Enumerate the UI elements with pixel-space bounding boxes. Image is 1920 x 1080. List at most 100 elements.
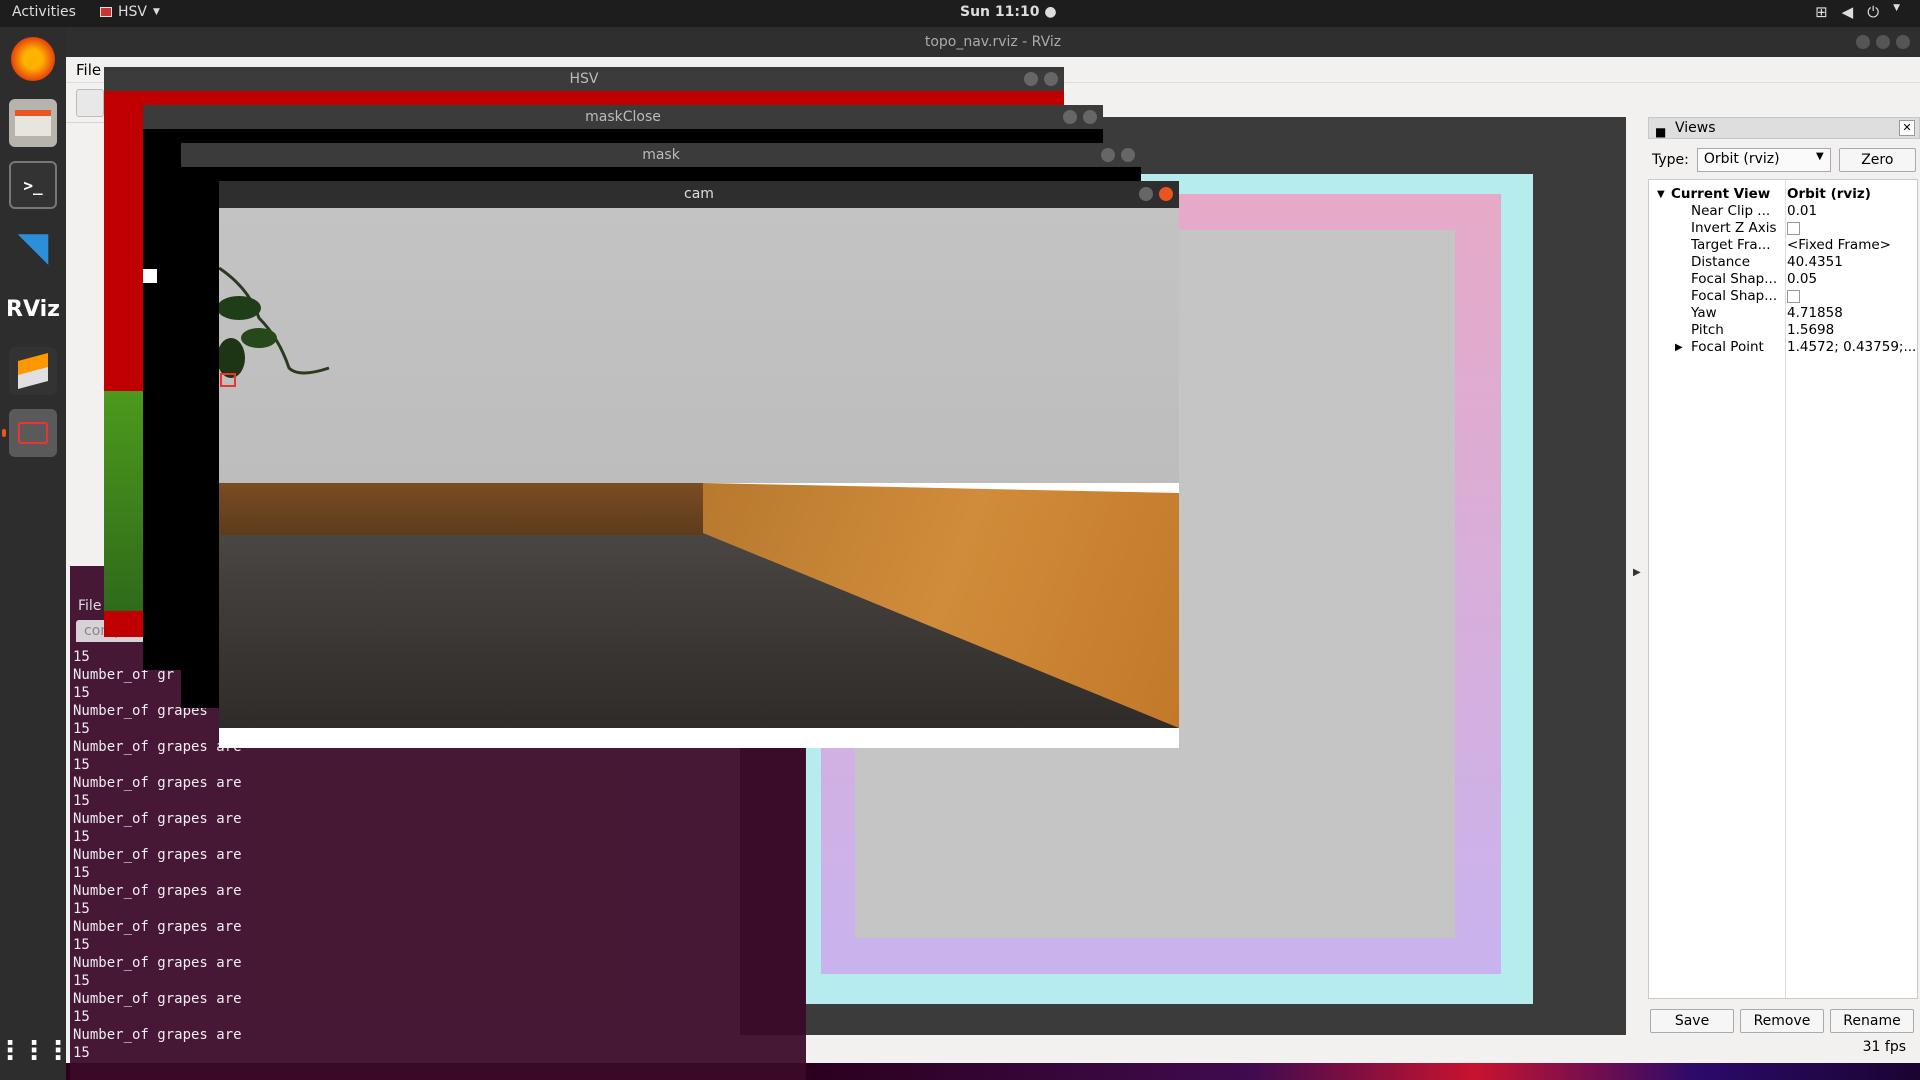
window-controls	[1063, 110, 1097, 124]
close-button[interactable]	[1896, 35, 1910, 49]
terminal-line: 15	[73, 937, 90, 953]
wallpaper	[806, 1063, 1920, 1080]
property-row[interactable]: Pitch 1.5698	[1649, 322, 1917, 339]
close-button[interactable]	[1159, 187, 1173, 201]
terminal-line: 15	[73, 973, 90, 989]
property-row[interactable]: Focal Shap...	[1649, 288, 1917, 305]
views-panel: ■ Views ✕ Type: Orbit (rviz) ▼ Zero ▼ Cu…	[1648, 117, 1920, 1063]
property-value: 4.71858	[1787, 305, 1843, 321]
terminal-line: Number_of grapes are	[73, 919, 242, 935]
property-value: 0.01	[1787, 203, 1818, 219]
vscode-icon[interactable]: ◥	[9, 223, 57, 271]
property-value: <Fixed Frame>	[1787, 237, 1891, 253]
rviz-icon[interactable]: RViz	[6, 285, 60, 333]
expand-open-icon[interactable]: ▼	[1657, 186, 1665, 203]
property-row[interactable]: Focal Shap... 0.05	[1649, 271, 1917, 288]
chevron-down-icon: ▼	[1893, 3, 1900, 13]
property-value: 40.4351	[1787, 254, 1843, 270]
property-value: Orbit (rviz)	[1787, 186, 1871, 202]
terminal-line: Number_of grapes are	[73, 883, 242, 899]
property-row[interactable]: Distance 40.4351	[1649, 254, 1917, 271]
recorder-icon[interactable]	[9, 409, 57, 457]
fps-counter: 31 fps	[1862, 1039, 1906, 1055]
view-properties[interactable]: ▼ Current View Orbit (rviz) Near Clip ..…	[1648, 179, 1918, 999]
property-name: Pitch	[1691, 322, 1724, 338]
property-value: 0.05	[1787, 271, 1818, 287]
apps-grid-icon[interactable]: ⋮⋮⋮	[0, 1027, 71, 1075]
view-type-select[interactable]: Orbit (rviz) ▼	[1696, 148, 1831, 172]
remove-button[interactable]: Remove	[1740, 1009, 1824, 1033]
close-button[interactable]	[1083, 110, 1097, 124]
property-row[interactable]: Invert Z Axis	[1649, 220, 1917, 237]
rename-button[interactable]: Rename	[1830, 1009, 1914, 1033]
property-row[interactable]: Target Fra... <Fixed Frame>	[1649, 237, 1917, 254]
invert-z-checkbox[interactable]	[1787, 222, 1800, 235]
clock-label: Sun 11:10	[960, 4, 1040, 20]
clock[interactable]: Sun 11:10 ●	[960, 4, 1057, 20]
app-menu-icon	[100, 7, 112, 17]
rviz-titlebar[interactable]: topo_nav.rviz - RViz	[66, 27, 1920, 57]
hsv-green-region	[104, 391, 144, 611]
property-name: Distance	[1691, 254, 1751, 270]
terminal-menu-file[interactable]: File	[78, 598, 101, 614]
property-row[interactable]: Yaw 4.71858	[1649, 305, 1917, 322]
property-name: Focal Shap...	[1691, 288, 1778, 304]
terminal-line: 15	[73, 1009, 90, 1025]
network-icon: ⊞	[1815, 3, 1828, 21]
terminal-line: Number_of grapes are	[73, 991, 242, 1007]
property-row[interactable]: Near Clip ... 0.01	[1649, 203, 1917, 220]
mask-titlebar[interactable]: mask	[181, 143, 1141, 167]
maskclose-titlebar[interactable]: maskClose	[143, 105, 1103, 129]
firefox-icon[interactable]	[11, 37, 55, 81]
files-icon[interactable]	[9, 99, 57, 147]
terminal-line: 15	[73, 865, 90, 881]
dock: >_ ◥ RViz ⋮⋮⋮	[0, 27, 71, 1080]
close-button[interactable]	[1044, 72, 1058, 86]
view-type-row: Type: Orbit (rviz) ▼ Zero	[1652, 147, 1916, 173]
power-icon: ⏻	[1867, 3, 1880, 21]
focal-shape-checkbox[interactable]	[1787, 290, 1800, 303]
minimize-button[interactable]	[1024, 72, 1038, 86]
terminal-line: Number_of grapes are	[73, 847, 242, 863]
window-controls	[1024, 72, 1058, 86]
panel-splitter[interactable]: ▶	[1626, 117, 1648, 1035]
cam-baseboard	[219, 483, 703, 535]
property-row[interactable]: ▶ Focal Point 1.4572; 0.43759;...	[1649, 339, 1917, 356]
hsv-titlebar[interactable]: HSV	[104, 67, 1064, 91]
save-button[interactable]: Save	[1650, 1009, 1734, 1033]
minimize-button[interactable]	[1101, 148, 1115, 162]
app-menu[interactable]: HSV ▼	[100, 4, 160, 20]
close-icon[interactable]: ✕	[1899, 120, 1915, 136]
activities-button[interactable]: Activities	[12, 4, 76, 20]
zero-button[interactable]: Zero	[1838, 148, 1916, 172]
terminal-line: Number_of grapes are	[73, 811, 242, 827]
minimize-button[interactable]	[1856, 35, 1870, 49]
terminal-line: 15	[73, 793, 90, 809]
system-tray[interactable]: ⊞ ◀ ⏻ ▼	[1815, 3, 1900, 21]
terminal-line: 15	[73, 757, 90, 773]
menu-file[interactable]: File	[76, 61, 101, 79]
maximize-button[interactable]	[1876, 35, 1890, 49]
interact-tool-button[interactable]	[76, 89, 104, 117]
minimize-button[interactable]	[1139, 187, 1153, 201]
terminal-icon[interactable]: >_	[9, 161, 57, 209]
expand-closed-icon[interactable]: ▶	[1675, 339, 1683, 356]
cam-image	[219, 208, 1179, 748]
cam-window[interactable]: cam	[219, 181, 1179, 748]
terminal-line: Number_of grapes are	[73, 775, 242, 791]
terminal-line: 15	[73, 1045, 90, 1061]
window-controls	[1101, 148, 1135, 162]
cam-title: cam	[684, 186, 714, 202]
app-menu-label: HSV	[118, 4, 147, 20]
sublime-icon[interactable]	[9, 347, 57, 395]
property-name: Focal Shap...	[1691, 271, 1778, 287]
window-controls	[1139, 187, 1173, 201]
cam-titlebar[interactable]: cam	[219, 181, 1179, 208]
dock-running-indicator	[2, 429, 6, 437]
property-row[interactable]: ▼ Current View Orbit (rviz)	[1649, 186, 1917, 203]
terminal-line: Number_of grapes are	[73, 955, 242, 971]
property-name: Invert Z Axis	[1691, 220, 1777, 236]
close-button[interactable]	[1121, 148, 1135, 162]
minimize-button[interactable]	[1063, 110, 1077, 124]
rviz-title: topo_nav.rviz - RViz	[924, 34, 1062, 50]
